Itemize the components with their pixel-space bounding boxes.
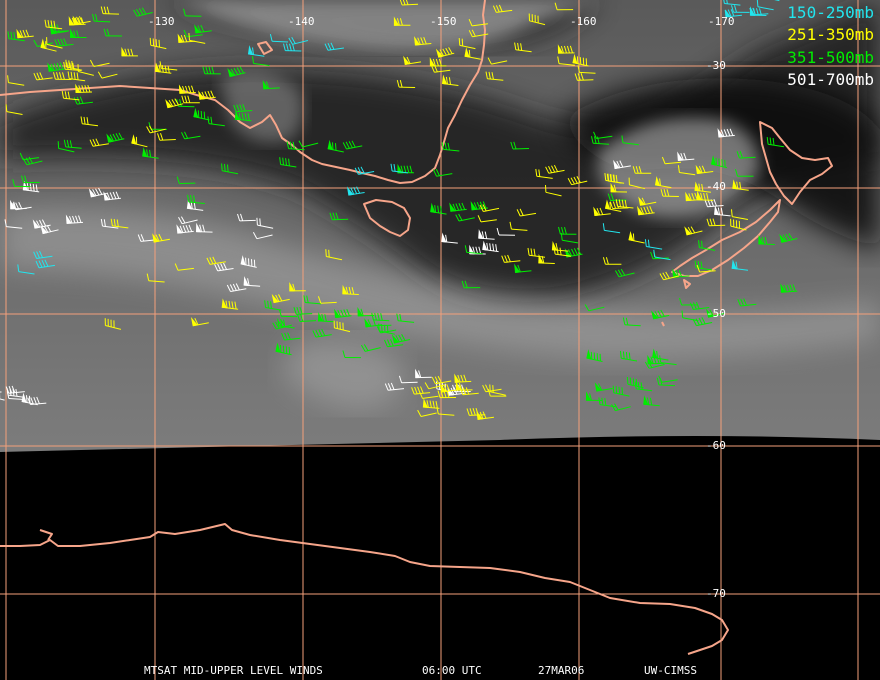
lon-label-160: -160 — [570, 15, 597, 28]
lon-label-140: -140 — [288, 15, 315, 28]
lat-label-70: -70 — [706, 587, 726, 600]
lat-label-50: -50 — [706, 307, 726, 320]
lat-label-30: -30 — [706, 59, 726, 72]
legend-150-250mb: 150-250mb — [787, 3, 874, 22]
footer-date: 27MAR06 — [538, 664, 585, 677]
footer-product: MTSAT MID-UPPER LEVEL WINDS — [144, 664, 323, 677]
legend-351-500mb: 351-500mb — [787, 48, 874, 67]
lon-label-170: -170 — [708, 15, 735, 28]
lon-label-130: -130 — [148, 15, 175, 28]
lon-label-150: -150 — [430, 15, 457, 28]
water-vapor-map — [0, 0, 880, 680]
footer-source: UW-CIMSS — [644, 664, 697, 677]
legend-501-700mb: 501-700mb — [787, 70, 874, 89]
lat-label-60: -60 — [706, 439, 726, 452]
footer-time: 06:00 UTC — [422, 664, 482, 677]
legend-251-350mb: 251-350mb — [787, 25, 874, 44]
lat-label-40: -40 — [706, 180, 726, 193]
